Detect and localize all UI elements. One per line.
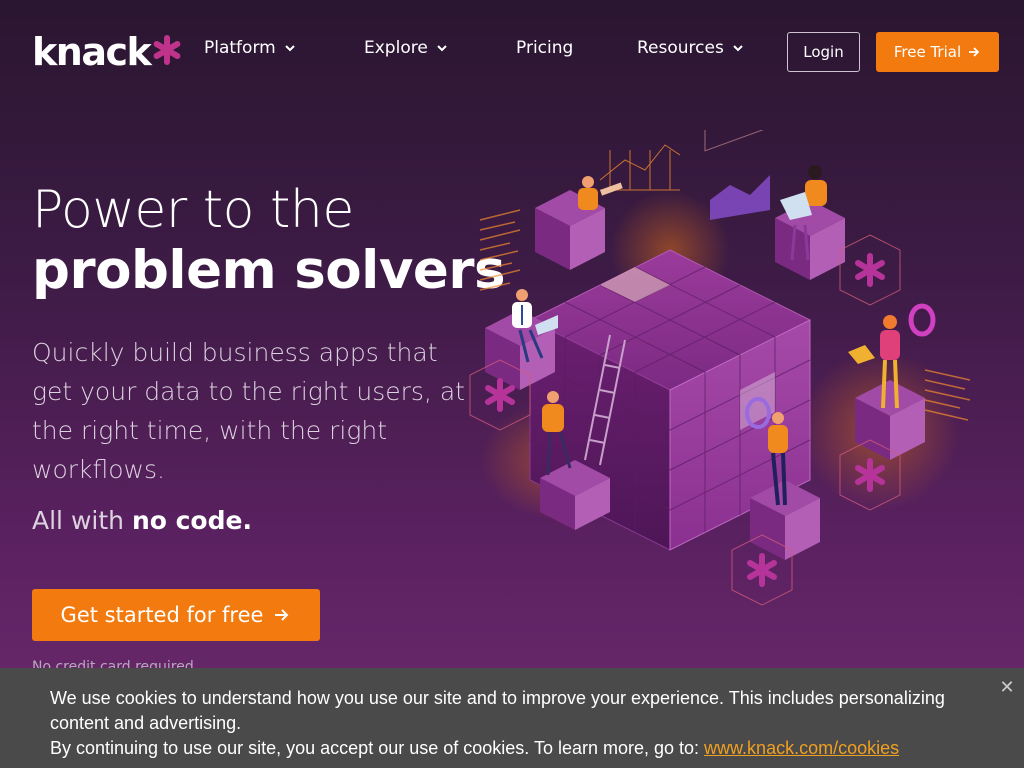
nav-platform-label: Platform [204, 38, 276, 58]
close-icon[interactable]: ✕ [998, 678, 1016, 696]
cookie-text-line2: By continuing to use our site, you accep… [50, 736, 974, 761]
site-header: knack Platform Explore Pricing Resources… [0, 0, 1024, 104]
free-trial-button[interactable]: Free Trial [876, 32, 999, 72]
arrow-right-icon [275, 609, 289, 621]
hero-title-line1: Power to the [32, 180, 354, 240]
nocode-prefix: All with [32, 506, 132, 535]
get-started-button[interactable]: Get started for free [32, 589, 320, 641]
cookie-text2: By continuing to use our site, you accep… [50, 738, 705, 758]
logo-wordmark: knack [32, 30, 152, 74]
nav-explore[interactable]: Explore [364, 38, 448, 58]
nav-platform[interactable]: Platform [204, 38, 296, 58]
login-button[interactable]: Login [787, 32, 860, 72]
nav-explore-label: Explore [364, 38, 428, 58]
chevron-down-icon [437, 45, 447, 52]
cookie-policy-link[interactable]: www.knack.com/cookies [704, 738, 899, 758]
cookie-text-line1: We use cookies to understand how you use… [50, 688, 945, 733]
knack-logo[interactable]: knack [32, 30, 182, 74]
login-button-label: Login [803, 43, 844, 61]
arrow-right-icon [969, 47, 980, 57]
nocode-bold: no code. [131, 506, 252, 535]
get-started-label: Get started for free [60, 603, 264, 627]
hero-description: Quickly build business apps that get you… [32, 338, 465, 484]
hero-nocode: All with no code. [32, 506, 252, 535]
nav-resources-label: Resources [637, 38, 724, 58]
free-trial-button-label: Free Trial [893, 43, 962, 61]
hero-title-line2: problem solvers [32, 240, 506, 301]
nav-pricing[interactable]: Pricing [516, 38, 573, 58]
nav-pricing-label: Pricing [516, 38, 574, 58]
hero-cube-illustration [469, 130, 971, 606]
chevron-down-icon [284, 45, 295, 52]
nav-resources[interactable]: Resources [637, 38, 744, 58]
asterisk-logo-icon [153, 35, 181, 65]
chevron-down-icon [733, 45, 743, 52]
cookie-banner: We use cookies to understand how you use… [0, 668, 1024, 768]
